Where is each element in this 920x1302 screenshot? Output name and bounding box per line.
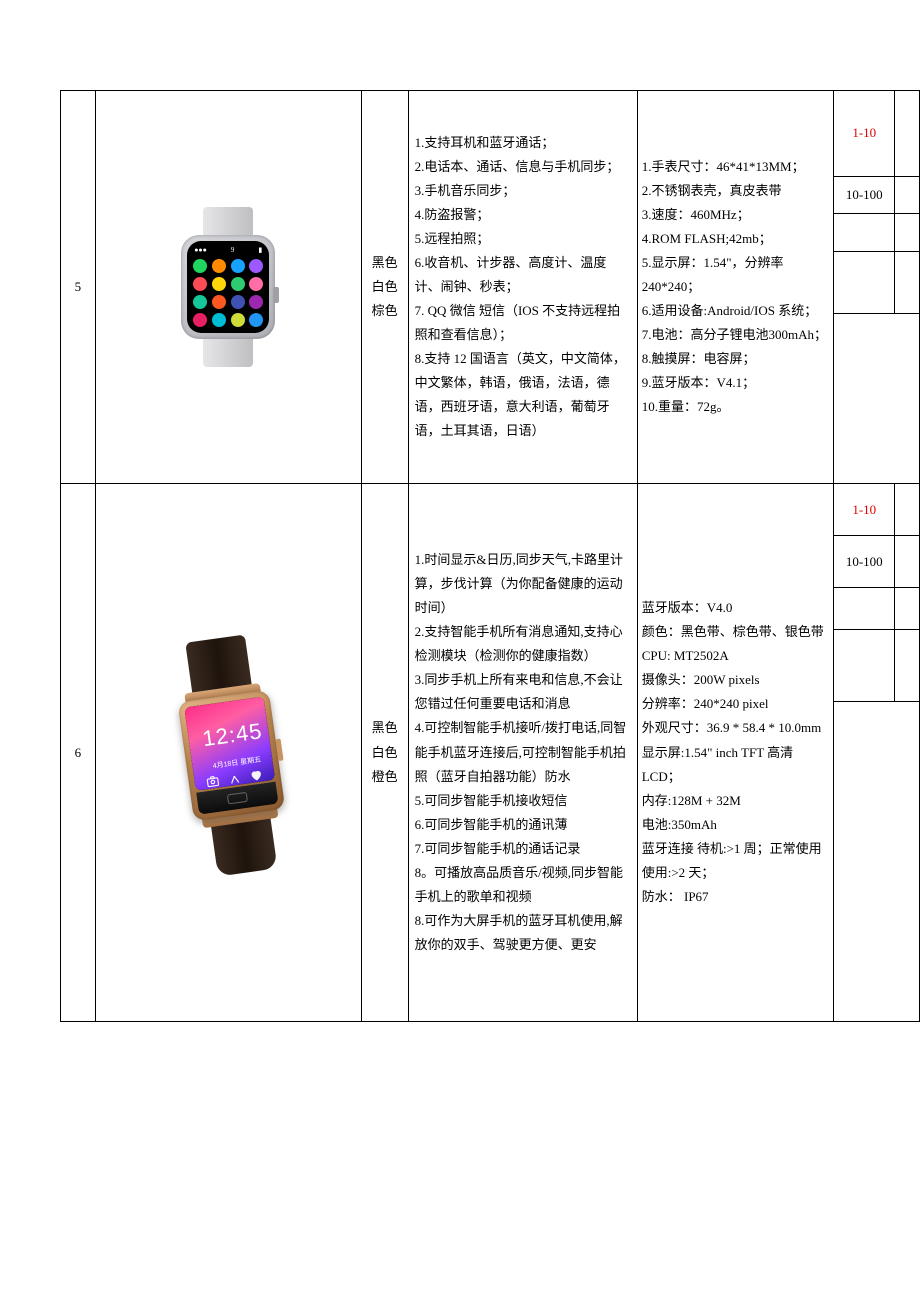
app-icon [193,295,207,309]
price-cell [895,252,920,314]
step-icon [227,770,243,786]
features-cell: 1.支持耳机和蓝牙通话； 2.电话本、通话、信息与手机同步； 3.手机音乐同步；… [408,91,637,484]
signal-icon: ●●● [194,244,207,257]
app-icon [212,259,226,273]
qty-tier [834,252,895,314]
price-cell [895,536,920,588]
app-icon [193,277,207,291]
watch-case: ●●● 9 ▮ [181,235,275,339]
app-icon [231,277,245,291]
watch-time: 9 [231,244,235,257]
app-icon [231,259,245,273]
price-cell [895,177,920,214]
app-icon [249,277,263,291]
watch-illustration: 12:45 4月18日 星期五 [128,627,328,878]
table-row: 6 12:45 4月18日 星期五 [61,484,920,536]
specs-cell: 蓝牙版本：V4.0 颜色：黑色带、棕色带、银色带 CPU: MT2502A 摄像… [637,484,833,1022]
app-icon [249,259,263,273]
watch-illustration: ●●● 9 ▮ [173,207,283,367]
qty-tier [834,630,895,702]
app-icon [212,313,226,327]
app-icon [231,313,245,327]
empty-cell [834,702,920,1022]
price-cell [895,630,920,702]
empty-cell [834,314,920,484]
heart-icon [249,767,265,783]
app-icon [249,295,263,309]
qty-tier [834,214,895,252]
qty-tier: 10-100 [834,177,895,214]
table-row: 5 ●●● 9 ▮ [61,91,920,177]
qty-tier: 10-100 [834,536,895,588]
app-icon [249,313,263,327]
watch-crown-icon [273,287,279,303]
row-id: 6 [61,484,96,1022]
price-cell [895,214,920,252]
product-image-cell: 12:45 4月18日 星期五 [95,484,361,1022]
watch-screen: 12:45 4月18日 星期五 [184,696,275,790]
app-icon [231,295,245,309]
watch-case: 12:45 4月18日 星期五 [178,689,286,821]
watch-screen: ●●● 9 ▮ [187,241,269,333]
qty-tier: 1-10 [834,484,895,536]
app-icon [193,313,207,327]
qty-tier: 1-10 [834,91,895,177]
product-image-cell: ●●● 9 ▮ [95,91,361,484]
color-cell: 黑色 白色 橙色 [361,484,408,1022]
camera-icon [205,773,221,789]
product-table: 5 ●●● 9 ▮ [60,90,920,1022]
price-cell [895,91,920,177]
price-cell [895,588,920,630]
battery-icon: ▮ [258,244,262,257]
qty-tier [834,588,895,630]
app-icon [212,295,226,309]
app-icon [193,259,207,273]
color-cell: 黑色 白色 棕色 [361,91,408,484]
price-cell [895,484,920,536]
watch-side-button [276,738,284,760]
specs-cell: 1.手表尺寸：46*41*13MM； 2.不锈钢表壳，真皮表带 3.速度：460… [637,91,833,484]
watch-status-bar: ●●● 9 ▮ [192,245,264,255]
row-id: 5 [61,91,96,484]
home-button-icon [227,791,248,804]
app-icon [212,277,226,291]
features-cell: 1.时间显示&日历,同步天气,卡路里计算，步伐计算（为你配备健康的运动时间） 2… [408,484,637,1022]
